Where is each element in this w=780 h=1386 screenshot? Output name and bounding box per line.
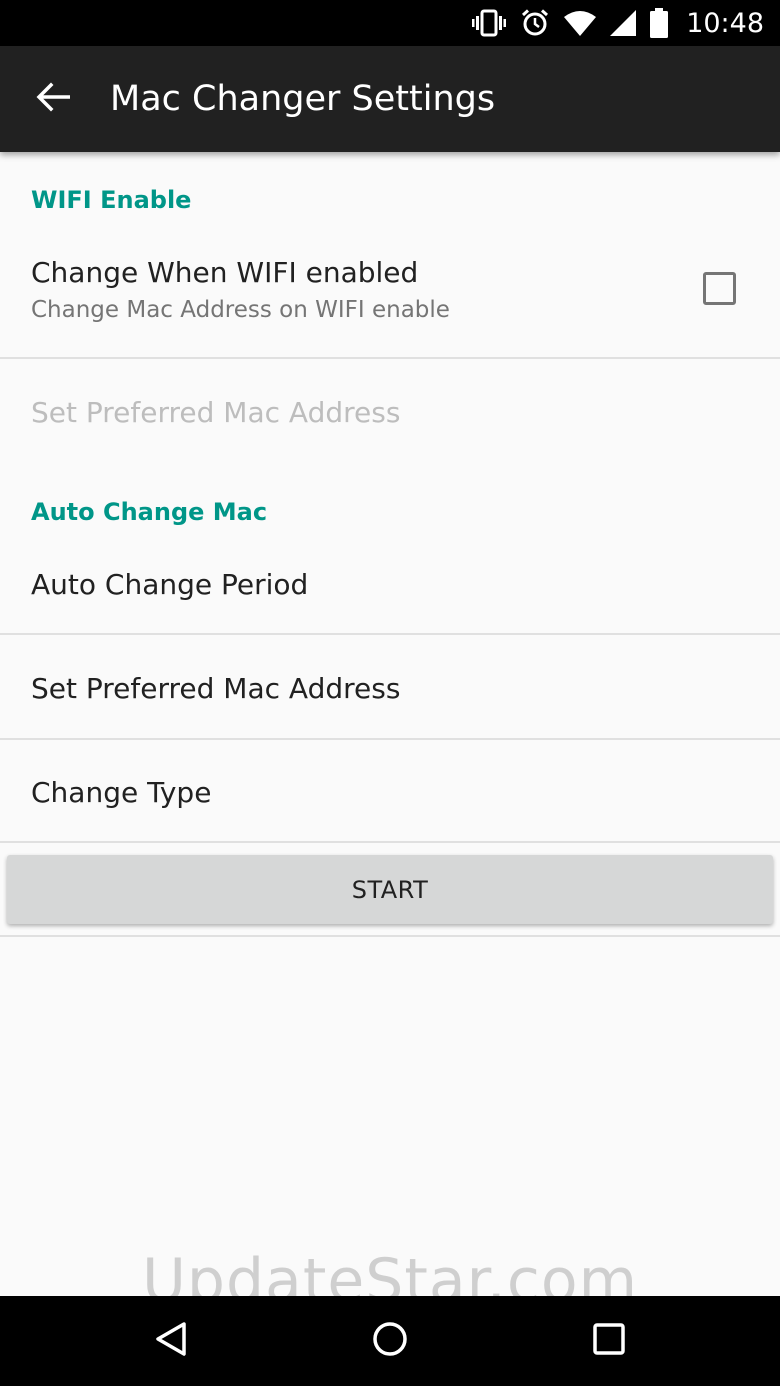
- pref-auto-change-period-title: Auto Change Period: [31, 568, 309, 601]
- nav-back-icon: [154, 1321, 188, 1362]
- divider: [0, 357, 780, 359]
- start-button[interactable]: START: [7, 855, 773, 924]
- section-header-auto: Auto Change Mac: [31, 498, 268, 526]
- arrow-back-icon: [36, 82, 71, 117]
- vibrate-icon: [472, 0, 507, 46]
- alarm-icon: [520, 0, 550, 46]
- battery-icon: [650, 0, 669, 46]
- section-header-wifi: WIFI Enable: [31, 186, 192, 214]
- status-clock: 10:48: [686, 7, 764, 39]
- pref-change-type-title: Change Type: [31, 776, 212, 809]
- nav-recents-button[interactable]: [549, 1296, 669, 1386]
- pref-change-when-wifi-summary: Change Mac Address on WIFI enable: [31, 297, 450, 323]
- divider: [0, 935, 780, 937]
- wifi-icon: [564, 0, 597, 46]
- change-when-wifi-checkbox[interactable]: [703, 272, 736, 305]
- page-title: Mac Changer Settings: [110, 79, 496, 119]
- nav-back-button[interactable]: [111, 1296, 231, 1386]
- pref-preferred-mac-disabled: Set Preferred Mac Address: [31, 396, 401, 429]
- nav-recents-icon: [593, 1322, 625, 1360]
- pref-set-preferred-mac-title: Set Preferred Mac Address: [31, 672, 401, 705]
- back-button[interactable]: [0, 46, 110, 152]
- app-bar: Mac Changer Settings: [0, 46, 780, 152]
- divider: [0, 841, 780, 843]
- nav-home-icon: [372, 1321, 408, 1362]
- nav-home-button[interactable]: [330, 1296, 450, 1386]
- navigation-bar: [0, 1296, 780, 1386]
- signal-icon: [610, 0, 637, 46]
- status-bar: 10:48: [0, 0, 780, 46]
- pref-change-when-wifi-title: Change When WIFI enabled: [31, 256, 419, 289]
